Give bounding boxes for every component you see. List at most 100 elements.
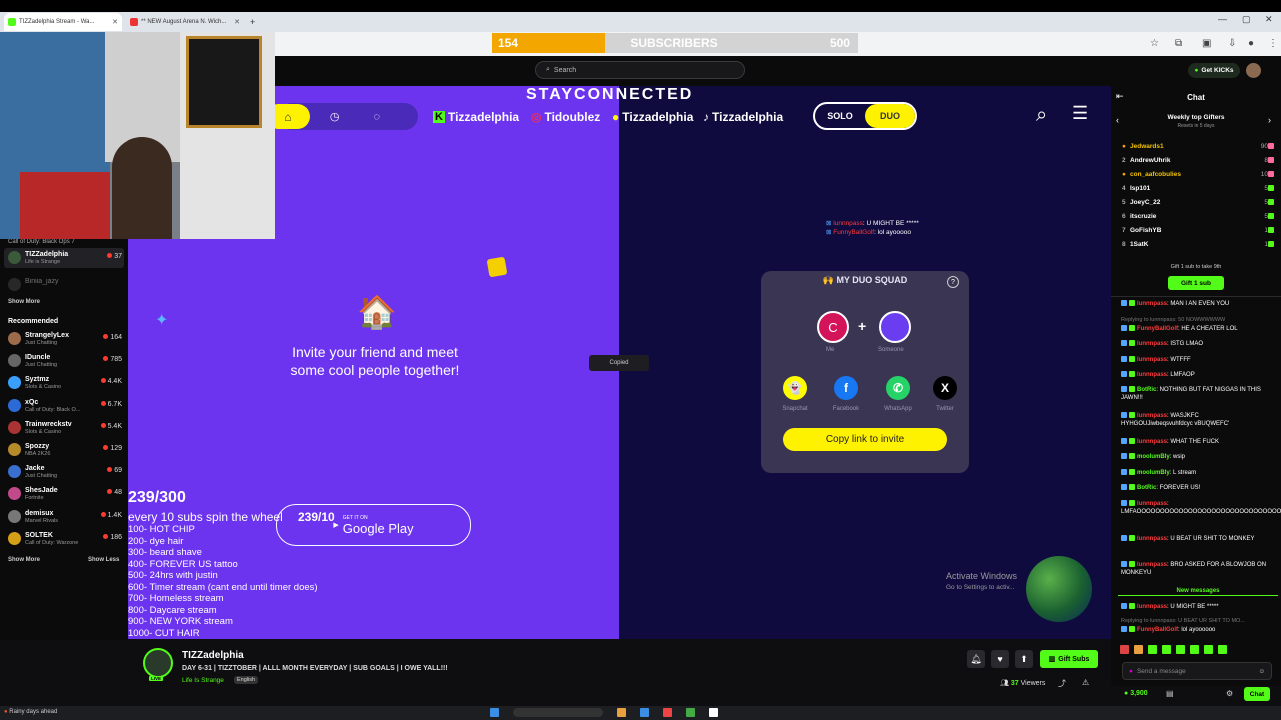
chat-username[interactable]: lunnnpass xyxy=(1137,341,1167,347)
bell-icon[interactable]: 🔔︎ xyxy=(967,650,985,668)
search-icon[interactable]: ⌕ xyxy=(1036,104,1047,127)
kicks-balance: ● 3,900 xyxy=(1124,690,1148,697)
emote-icon[interactable] xyxy=(1204,645,1213,654)
share-whatsapp[interactable]: ✆ WhatsApp xyxy=(873,376,923,412)
mode-solo[interactable]: SOLO xyxy=(815,111,865,121)
share-twitter[interactable]: X Twitter xyxy=(920,376,970,412)
me-label: Me xyxy=(826,347,835,353)
app-icon[interactable] xyxy=(663,708,672,717)
emote-icon[interactable] xyxy=(1162,645,1171,654)
emoji-icon[interactable]: ☺ xyxy=(1258,668,1265,675)
sidebar-item-recommended[interactable]: Syztmz Slots & Casino 4.4K xyxy=(8,376,122,390)
someone-avatar[interactable] xyxy=(879,311,911,343)
taskbar-search[interactable] xyxy=(513,708,603,717)
heart-icon[interactable]: ♥ xyxy=(991,650,1009,668)
browser-tab[interactable]: ** NEW August Arena N. Wich... ✕ xyxy=(126,13,244,31)
emote-icon[interactable] xyxy=(1190,645,1199,654)
sidebar-item-recommended[interactable]: demisux Marvel Rivals 1.4K xyxy=(8,509,122,524)
share-snapchat[interactable]: 👻 Snapchat xyxy=(770,376,820,412)
channel-name: Biniia_jazy xyxy=(25,278,59,285)
sidebar-item-recommended[interactable]: Trainwreckstv Slots & Casino 5.4K xyxy=(8,420,122,435)
chat-username[interactable]: lunnnpass xyxy=(1137,439,1167,445)
close-window-icon[interactable]: ✕ xyxy=(1265,14,1273,25)
chat-username[interactable]: lunnnpass xyxy=(1137,562,1167,568)
emote-icon[interactable] xyxy=(1148,645,1157,654)
star-icon[interactable]: ☆ xyxy=(1150,38,1159,49)
chat-username[interactable]: FunnyBallGolf xyxy=(1137,627,1178,633)
show-more-following[interactable]: Show More xyxy=(8,299,40,305)
browser-tab-active[interactable]: TIZZadelphia Stream - Wa... ✕ xyxy=(4,13,122,31)
chat-username[interactable]: lunnnpass xyxy=(1137,301,1167,307)
sidebar-item-recommended[interactable]: ShesJade Fortnite 48 xyxy=(8,487,122,501)
clock-icon[interactable]: ◷ xyxy=(330,110,340,123)
chat-send-button[interactable]: Chat xyxy=(1244,687,1270,701)
chat-username[interactable]: BotRic xyxy=(1137,485,1156,491)
minimize-icon[interactable]: — xyxy=(1218,14,1227,24)
extensions-icon[interactable]: ⧉ xyxy=(1175,38,1182,49)
sidebar-item-recommended[interactable]: IDuncle Just Chatting 785 xyxy=(8,354,122,368)
channel-avatar[interactable] xyxy=(143,648,173,678)
mode-duo[interactable]: DUO xyxy=(865,104,915,128)
chat-username[interactable]: lunnnpass xyxy=(1137,604,1167,610)
stream-category[interactable]: Life Is Strange xyxy=(182,677,224,684)
chat-username[interactable]: lunnnpass xyxy=(1137,536,1167,542)
chat-username[interactable]: lunnnpass xyxy=(1137,501,1167,507)
help-icon[interactable]: ? xyxy=(947,276,959,288)
chat-username[interactable]: moolumBly xyxy=(1137,454,1170,460)
close-tab-icon[interactable]: ✕ xyxy=(234,18,240,26)
emote-icon[interactable] xyxy=(1134,645,1143,654)
gift-icon[interactable]: ⬆ xyxy=(1015,650,1033,668)
sidebar-item-offline[interactable]: Biniia_jazy xyxy=(8,278,122,291)
show-more-recommended[interactable]: Show More xyxy=(8,557,40,563)
app-icon[interactable] xyxy=(640,708,649,717)
chat-username[interactable]: lunnnpass xyxy=(1137,413,1167,419)
settings-icon[interactable]: ⚙ xyxy=(1226,689,1233,698)
chat-bubble-icon[interactable]: ◌ xyxy=(374,111,381,123)
maximize-icon[interactable]: ▢ xyxy=(1242,14,1251,25)
search-input[interactable]: ⌕ Search xyxy=(535,61,745,79)
sidebar-item-recommended[interactable]: Spozzy NBA 2K26 129 xyxy=(8,443,122,457)
chat-username[interactable]: BotRic xyxy=(1137,387,1156,393)
chat-input[interactable]: ● Send a message ☺ xyxy=(1122,662,1272,680)
emote-icon[interactable] xyxy=(1176,645,1185,654)
gift-box-icon[interactable]: ▤ xyxy=(1166,689,1174,698)
chat-username[interactable]: lunnnpass xyxy=(1137,357,1167,363)
copy-link-button[interactable]: Copy link to invite xyxy=(783,428,947,451)
more-icon[interactable]: ⋮ xyxy=(1268,38,1278,49)
show-less-recommended[interactable]: Show Less xyxy=(88,557,119,563)
start-icon[interactable] xyxy=(490,708,499,717)
report-icon[interactable]: ⚠ xyxy=(1082,678,1089,687)
gift-sub-button[interactable]: Gift 1 sub xyxy=(1168,276,1224,290)
menu-icon[interactable]: ☰ xyxy=(1072,103,1088,124)
emote-icon[interactable] xyxy=(1218,645,1227,654)
app-icon[interactable] xyxy=(686,708,695,717)
weather-widget[interactable]: ● Rainy days ahead xyxy=(4,709,57,715)
folder-icon[interactable] xyxy=(617,708,626,717)
sidebar-item-recommended[interactable]: SOLTEK Call of Duty: Warzone 186 xyxy=(8,531,122,546)
share-icon[interactable]: ⤴ xyxy=(1058,678,1066,689)
channel-text: SOLTEK Call of Duty: Warzone xyxy=(25,532,78,546)
user-avatar[interactable] xyxy=(1246,63,1261,78)
emote-icon[interactable] xyxy=(1120,645,1129,654)
close-tab-icon[interactable]: ✕ xyxy=(112,18,118,26)
profile-icon[interactable]: ● xyxy=(1248,38,1254,49)
language-tag[interactable]: English xyxy=(234,676,259,684)
new-tab-icon[interactable]: + xyxy=(250,17,255,27)
chat-username[interactable]: lunnnpass xyxy=(1137,372,1167,378)
get-kicks-button[interactable]: ● Get KICKs xyxy=(1188,63,1240,78)
gift-subs-button[interactable]: ▥ Gift Subs xyxy=(1040,650,1098,668)
chat-username[interactable]: FunnyBallGolf xyxy=(1137,326,1178,332)
sidebar-item-recommended[interactable]: Jacke Just Chatting 69 xyxy=(8,465,122,479)
sidebar-item-recommended[interactable]: StrangelyLex Just Chatting 164 xyxy=(8,332,122,346)
emote-bar xyxy=(1120,645,1272,657)
chat-username[interactable]: moolumBly xyxy=(1137,470,1170,476)
share-facebook[interactable]: f Facebook xyxy=(821,376,871,412)
sidebar-item-recommended[interactable]: xQc Call of Duty: Black O... 6.7K xyxy=(8,398,122,413)
platform-badge-icon xyxy=(1121,453,1127,460)
download-icon[interactable]: ⇩ xyxy=(1228,38,1236,49)
subscriber-goal-current: 154 xyxy=(498,36,519,50)
app-icon[interactable] xyxy=(709,708,718,717)
channel-name[interactable]: TIZZadelphia xyxy=(182,650,244,661)
sidebar-icon[interactable]: ▣ xyxy=(1202,38,1211,49)
sidebar-item-tizzadelphia[interactable]: TIZZadelphia Life is Strange 37 xyxy=(8,251,122,265)
